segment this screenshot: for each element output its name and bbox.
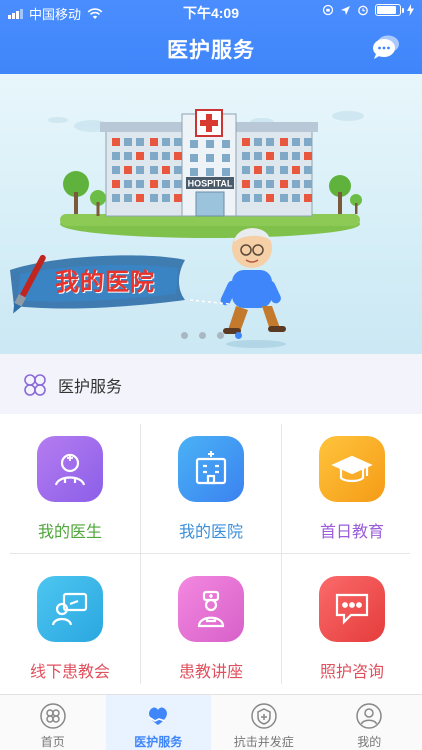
service-label: 我的医院: [178, 522, 243, 541]
tab-label: 抗击并发症: [233, 735, 294, 749]
service-my-hospital[interactable]: 我的医院: [141, 414, 281, 554]
service-grid: 我的医生 我的医院 首日教育 线下患教会 患教讲座 照护咨询: [0, 414, 422, 694]
charging-icon: [407, 4, 414, 16]
service-label: 线下患教会: [29, 662, 110, 681]
service-care-consult[interactable]: 照护咨询: [282, 554, 422, 694]
graduation-cap-icon: [319, 436, 385, 502]
service-label: 我的医生: [37, 522, 102, 541]
section-header: 医护服务: [0, 356, 422, 414]
page-title: 医护服务: [167, 38, 255, 62]
service-label: 首日教育: [319, 522, 384, 541]
carousel-dot[interactable]: [198, 332, 206, 339]
tab-medical-service[interactable]: 医护服务: [105, 695, 211, 750]
carousel-dot[interactable]: [180, 332, 188, 339]
section-title: 医护服务: [58, 377, 123, 396]
service-first-day-education[interactable]: 首日教育: [282, 414, 422, 554]
doctor-icon: [37, 436, 103, 502]
tab-home[interactable]: 首页: [0, 695, 106, 750]
service-my-doctor[interactable]: 我的医生: [0, 414, 140, 554]
carousel-dot[interactable]: [234, 332, 242, 339]
shield-plus-icon: [251, 703, 277, 729]
service-label: 患教讲座: [178, 662, 243, 681]
rotation-lock-icon: [322, 4, 334, 16]
tab-mine[interactable]: 我的: [317, 695, 422, 750]
hospital-icon: [178, 436, 244, 502]
tab-complications[interactable]: 抗击并发症: [211, 695, 317, 750]
tab-label: 医护服务: [134, 735, 183, 749]
chat-bubbles-icon[interactable]: [372, 34, 400, 60]
hospital-banner[interactable]: HOSPITAL 我的医院: [0, 74, 422, 354]
service-offline-meeting[interactable]: 线下患教会: [0, 554, 140, 694]
top-bar: 中国移动 下午4:09 医护服务: [0, 0, 422, 74]
service-lecture[interactable]: 患教讲座: [141, 554, 281, 694]
profile-icon: [356, 703, 382, 729]
service-label: 照护咨询: [319, 662, 384, 681]
tab-bar: 首页 医护服务 抗击并发症 我的: [0, 694, 422, 750]
carousel-dot[interactable]: [216, 332, 224, 339]
tab-label: 我的: [357, 735, 382, 749]
location-icon: [341, 5, 350, 15]
tab-label: 首页: [40, 735, 65, 749]
app-screen: 中国移动 下午4:09 医护服务 HOSPITAL 我的医院 医护服务 我的医生…: [0, 0, 422, 750]
meeting-icon: [37, 576, 103, 642]
banner-label: 我的医院: [55, 268, 155, 296]
nurse-icon: [178, 576, 244, 642]
battery-icon: [375, 4, 404, 16]
home-grid-icon: [40, 703, 66, 729]
consult-chat-icon: [319, 576, 385, 642]
carousel-dots: [0, 332, 422, 339]
status-bar: 中国移动 下午4:09: [0, 0, 422, 24]
heart-hands-icon: [148, 707, 168, 725]
grid-icon: [24, 374, 46, 396]
hospital-illustration: HOSPITAL: [10, 109, 364, 348]
hospital-sign: HOSPITAL: [188, 179, 233, 189]
alarm-icon: [358, 5, 368, 16]
